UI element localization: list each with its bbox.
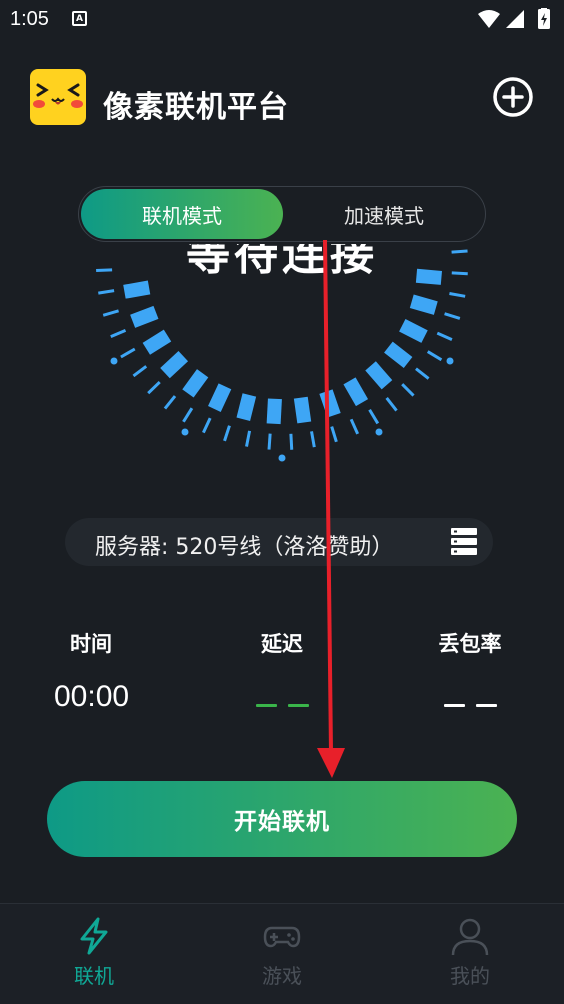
dial-tick xyxy=(96,268,113,272)
wifi-icon xyxy=(478,10,500,28)
dial-tick xyxy=(132,365,148,378)
dial-tick xyxy=(449,292,466,298)
dial-tick xyxy=(451,249,468,254)
stat-delay-label: 延迟 xyxy=(261,632,303,656)
dial-tick xyxy=(310,431,316,448)
nav-item-mine[interactable]: 我的 xyxy=(420,916,520,989)
status-icons xyxy=(478,8,550,29)
dial-dot xyxy=(446,357,454,365)
server-list-icon[interactable] xyxy=(451,528,477,556)
nav-item-linkup[interactable]: 联机 xyxy=(44,916,144,989)
stat-delay-value xyxy=(232,704,332,708)
stat-delay: 延迟 xyxy=(232,628,332,708)
connection-dial xyxy=(96,249,468,462)
pikachu-face-logo xyxy=(30,69,86,125)
dial-tick xyxy=(330,426,338,443)
dial-dot xyxy=(110,357,118,365)
dial-segment xyxy=(399,319,428,343)
dial-tick xyxy=(182,407,194,423)
dial-segment xyxy=(266,398,282,425)
nav-label-mine: 我的 xyxy=(450,964,490,988)
tab-accelerate-mode[interactable]: 加速模式 xyxy=(283,189,485,239)
dial-tick xyxy=(426,350,443,362)
dial-tick xyxy=(223,425,231,442)
dial-tick xyxy=(451,271,468,276)
dial-tick xyxy=(401,383,415,397)
nav-item-games[interactable]: 游戏 xyxy=(232,916,332,989)
plus-circle-icon xyxy=(493,77,533,117)
dial-tick xyxy=(289,433,294,450)
dial-dot xyxy=(375,428,383,436)
dial-dot xyxy=(181,428,189,436)
status-time: 1:05 xyxy=(10,8,49,30)
dial-tick xyxy=(349,418,360,435)
app-title: 像素联机平台 xyxy=(103,90,289,125)
dial-tick xyxy=(147,381,161,395)
stat-time: 时间 00:00 xyxy=(44,628,144,714)
dial-segment xyxy=(130,305,159,328)
stat-time-value: 00:00 xyxy=(54,680,130,713)
dial-tick xyxy=(98,289,115,295)
dial-tick xyxy=(110,329,127,339)
user-icon xyxy=(451,918,489,956)
dial-segment xyxy=(208,383,232,412)
dial-tick xyxy=(102,309,119,317)
start-linkup-button[interactable]: 开始联机 xyxy=(47,781,517,857)
connection-stats: 时间 00:00 延迟 丢包率 xyxy=(0,628,564,728)
dial-tick xyxy=(202,417,212,434)
dial-tick xyxy=(245,430,252,447)
dial-tick xyxy=(385,397,398,412)
dial-tick xyxy=(163,395,177,410)
dial-tick xyxy=(415,367,430,380)
dial-segment xyxy=(409,294,438,315)
dial-segment xyxy=(236,393,257,421)
stat-loss-value xyxy=(420,704,520,708)
stat-loss: 丢包率 xyxy=(420,628,520,708)
dial-segment xyxy=(319,389,341,418)
dial-tick xyxy=(444,312,461,320)
dial-tick xyxy=(267,433,272,450)
dial-segment xyxy=(343,377,369,407)
notification-a-icon: A xyxy=(72,11,87,26)
dial-tick xyxy=(368,408,380,425)
stat-loss-label: 丢包率 xyxy=(438,632,502,656)
bottom-nav: 联机 游戏 我的 xyxy=(0,903,564,1004)
app-header: 像素联机平台 xyxy=(0,60,564,140)
dial-segment xyxy=(182,369,209,398)
dial-segment xyxy=(293,396,312,424)
dial-dot xyxy=(278,454,286,462)
nav-label-games: 游戏 xyxy=(262,964,302,988)
gamepad-icon xyxy=(263,926,301,948)
dial-segment xyxy=(142,329,172,355)
dial-segment xyxy=(415,268,443,285)
status-bar: 1:05 A xyxy=(0,0,564,40)
stat-time-label: 时间 xyxy=(70,632,112,656)
tab-linkup-mode[interactable]: 联机模式 xyxy=(81,189,283,239)
dial-tick xyxy=(436,331,453,342)
dial-segment xyxy=(365,361,393,390)
server-label: 服务器: 520号线（洛洛赞助） xyxy=(95,535,394,560)
battery-charging-icon xyxy=(538,8,550,29)
add-button[interactable] xyxy=(492,76,534,118)
dial-segment xyxy=(160,350,189,379)
signal-icon xyxy=(506,10,524,28)
dial-segment xyxy=(384,341,413,369)
lightning-icon xyxy=(80,917,108,955)
server-selector[interactable]: 服务器: 520号线（洛洛赞助） xyxy=(65,518,493,566)
nav-label-linkup: 联机 xyxy=(74,964,114,988)
dial-segment xyxy=(123,280,151,299)
dial-tick xyxy=(120,347,136,359)
mode-toggle: 联机模式 加速模式 xyxy=(78,186,486,242)
